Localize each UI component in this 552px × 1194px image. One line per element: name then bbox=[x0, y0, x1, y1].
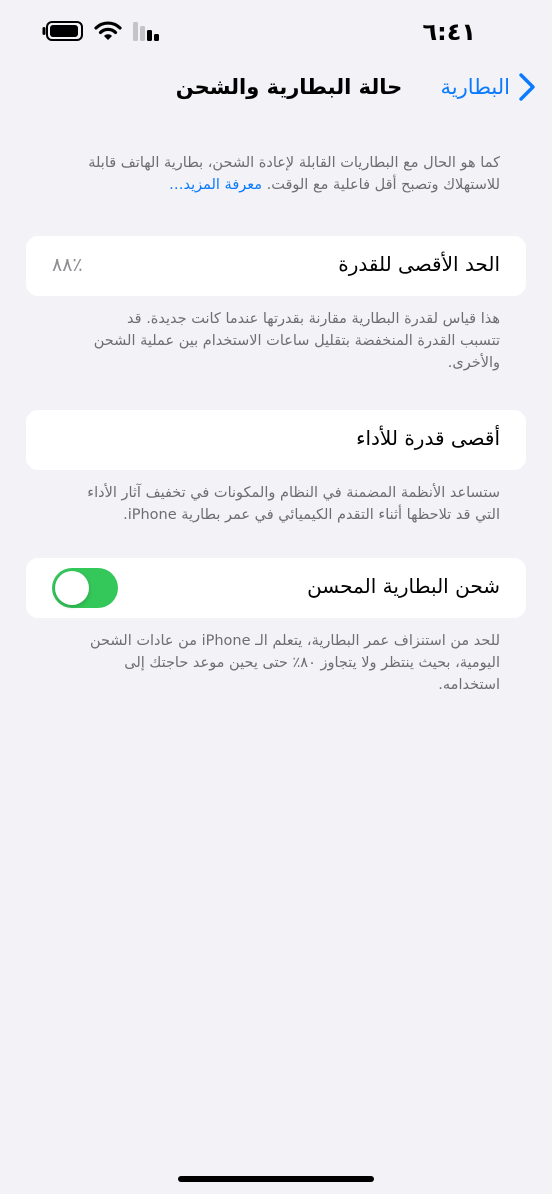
navigation-bar: البطارية حالة البطارية والشحن bbox=[0, 64, 552, 116]
max-capacity-desc-line-1: هذا قياس لقدرة البطارية مقارنة بقدرتها ع… bbox=[127, 311, 500, 327]
optimized-charging-description: للحد من استنزاف عمر البطارية، يتعلم الـ … bbox=[56, 630, 500, 696]
home-indicator[interactable] bbox=[178, 1176, 374, 1182]
wifi-icon bbox=[94, 21, 122, 40]
intro-line-1: كما هو الحال مع البطاريات القابلة لإعادة… bbox=[88, 155, 500, 171]
max-capacity-value: ٪٨٨ bbox=[52, 254, 83, 276]
intro-line-2-text: للاستهلاك وتصبح أقل فاعلية مع الوقت. bbox=[266, 177, 500, 193]
optimized-charging-desc-line-1: للحد من استنزاف عمر البطارية، يتعلم الـ … bbox=[89, 633, 500, 649]
optimized-charging-label: شحن البطارية المحسن bbox=[307, 574, 500, 598]
max-capacity-row: الحد الأقصى للقدرة ٪٨٨ bbox=[26, 236, 526, 296]
status-icons bbox=[42, 20, 162, 42]
page-title: حالة البطارية والشحن bbox=[175, 75, 403, 99]
cellular-signal-icon bbox=[133, 22, 159, 41]
peak-performance-label: أقصى قدرة للأداء bbox=[356, 426, 500, 450]
toggle-knob bbox=[55, 571, 89, 605]
learn-more-link[interactable]: معرفة المزيد… bbox=[169, 177, 262, 193]
peak-performance-desc-line-2: التي قد تلاحظها أثناء التقدم الكيميائي ف… bbox=[123, 507, 500, 523]
peak-performance-desc-line-1: ستساعد الأنظمة المضمنة في النظام والمكون… bbox=[87, 485, 500, 501]
optimized-charging-toggle[interactable] bbox=[52, 568, 118, 608]
max-capacity-desc-line-3: والأخرى. bbox=[447, 355, 500, 371]
optimized-charging-row: شحن البطارية المحسن bbox=[26, 558, 526, 618]
intro-line-2: للاستهلاك وتصبح أقل فاعلية مع الوقت. معر… bbox=[56, 174, 500, 196]
optimized-charging-desc-line-2: اليومية، بحيث ينتظر ولا يتجاوز ٨٠٪ حتى ي… bbox=[124, 655, 500, 671]
max-capacity-description: هذا قياس لقدرة البطارية مقارنة بقدرتها ع… bbox=[56, 308, 500, 374]
intro-description: كما هو الحال مع البطاريات القابلة لإعادة… bbox=[56, 152, 500, 196]
status-bar: ٦:٤١ bbox=[0, 0, 552, 64]
peak-performance-description: ستساعد الأنظمة المضمنة في النظام والمكون… bbox=[56, 482, 500, 526]
max-capacity-desc-line-2: تتسبب القدرة المنخفضة بتقليل ساعات الاست… bbox=[93, 333, 500, 349]
battery-icon bbox=[42, 21, 83, 41]
optimized-charging-desc-line-3: استخدامه. bbox=[438, 677, 500, 693]
status-time: ٦:٤١ bbox=[422, 18, 476, 46]
max-capacity-label: الحد الأقصى للقدرة bbox=[338, 252, 500, 276]
peak-performance-row: أقصى قدرة للأداء bbox=[26, 410, 526, 470]
